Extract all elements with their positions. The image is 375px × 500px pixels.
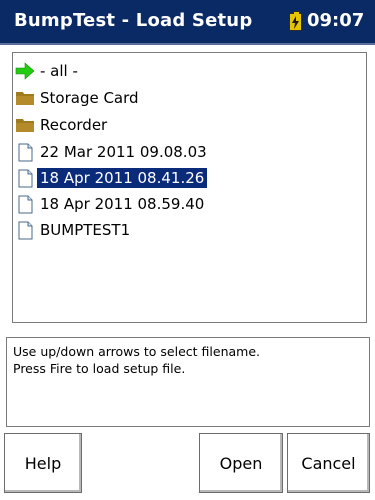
list-item[interactable]: BUMPTEST1 xyxy=(15,218,355,242)
clock: 09:07 xyxy=(307,10,365,31)
cancel-button[interactable]: Cancel xyxy=(287,433,370,493)
list-item-label: 18 Apr 2011 08.59.40 xyxy=(40,195,205,213)
folder-icon xyxy=(16,119,34,132)
help-text-line: Press Fire to load setup file. xyxy=(13,361,186,376)
list-item-label: BUMPTEST1 xyxy=(40,221,131,239)
list-item-label: 18 Apr 2011 08.41.26 xyxy=(35,167,209,189)
list-item-label: Storage Card xyxy=(40,89,139,107)
document-icon xyxy=(18,221,33,240)
list-item-label: - all - xyxy=(40,62,78,80)
file-list[interactable]: - all - Storage Card Recorder 22 Mar 201… xyxy=(12,52,367,323)
list-item[interactable]: Storage Card xyxy=(15,86,355,110)
green-arrow-icon xyxy=(15,62,35,80)
battery-charging-icon xyxy=(289,11,302,31)
help-text-line: Use up/down arrows to select filename. xyxy=(13,344,260,359)
list-item[interactable]: 18 Apr 2011 08.59.40 xyxy=(15,192,355,216)
list-item[interactable]: Recorder xyxy=(15,113,355,137)
window-title: BumpTest - Load Setup xyxy=(14,10,253,31)
help-button[interactable]: Help xyxy=(4,433,82,493)
help-text-box: Use up/down arrows to select filename. P… xyxy=(6,337,370,427)
document-icon xyxy=(18,169,33,188)
folder-icon xyxy=(16,92,34,105)
list-item[interactable]: - all - xyxy=(15,59,355,83)
document-icon xyxy=(18,143,33,162)
list-item-selected[interactable]: 18 Apr 2011 08.41.26 xyxy=(15,166,355,190)
list-item-label: Recorder xyxy=(40,116,108,134)
list-item[interactable]: 22 Mar 2011 09.08.03 xyxy=(15,140,355,164)
title-bar: BumpTest - Load Setup 09:07 xyxy=(0,0,375,45)
open-button[interactable]: Open xyxy=(199,433,283,493)
document-icon xyxy=(18,195,33,214)
list-item-label: 22 Mar 2011 09.08.03 xyxy=(40,143,207,161)
